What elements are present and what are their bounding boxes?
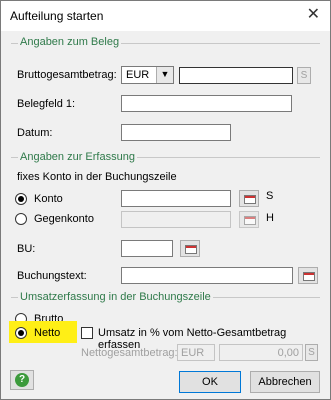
buchungstext-label: Buchungstext:: [17, 270, 87, 282]
help-icon: ?: [15, 373, 29, 387]
gegenkonto-input: [121, 211, 231, 228]
brutto-input[interactable]: [179, 67, 293, 84]
konto-label: Konto: [34, 193, 63, 205]
brutto-sh-button[interactable]: S: [297, 67, 311, 84]
buchungstext-input[interactable]: [121, 267, 293, 284]
group-title-erfassung: Angaben zur Erfassung: [18, 151, 137, 163]
group-title-umsatz: Umsatzerfassung in der Buchungszeile: [18, 291, 213, 303]
nettogesamt-currency: EUR: [177, 344, 215, 361]
bu-lookup-button[interactable]: [180, 240, 200, 257]
netto-radio-label: Netto: [34, 327, 61, 339]
belegfeld-label: Belegfeld 1:: [17, 98, 76, 110]
dialog-window: Aufteilung starten ✕ Angaben zum Beleg B…: [0, 0, 331, 400]
netto-radio[interactable]: [15, 327, 27, 339]
currency-value: EUR: [126, 69, 150, 81]
gegenkonto-radio[interactable]: [15, 213, 27, 225]
gegenkonto-sh-indicator: H: [266, 212, 274, 224]
title-bar: Aufteilung starten ✕: [1, 1, 330, 31]
window-title: Aufteilung starten: [10, 9, 104, 23]
datum-label: Datum:: [17, 127, 53, 139]
abbrechen-button[interactable]: Abbrechen: [250, 371, 320, 393]
konto-input[interactable]: [121, 190, 231, 207]
calendar-icon: [244, 216, 256, 225]
calendar-icon: [244, 195, 256, 204]
konto-sh-indicator: S: [266, 190, 274, 202]
nettogesamt-value: 0,00: [219, 344, 303, 361]
brutto-label: Bruttogesamtbetrag:: [17, 69, 117, 81]
konto-lookup-button[interactable]: [239, 190, 259, 207]
group-title-beleg: Angaben zum Beleg: [18, 36, 122, 48]
gegenkonto-label: Gegenkonto: [34, 213, 94, 225]
umsatz-prozent-checkbox[interactable]: [81, 327, 93, 339]
nettogesamt-sh-button: S: [305, 344, 318, 361]
bu-label: BU:: [17, 243, 36, 255]
nettogesamt-label: Nettogesamtbetrag:: [81, 347, 178, 359]
belegfeld-input[interactable]: [121, 95, 292, 112]
konto-radio[interactable]: [15, 193, 27, 205]
datum-input[interactable]: [121, 124, 231, 141]
ok-button[interactable]: OK: [179, 371, 241, 393]
buchungstext-lookup-button[interactable]: [298, 267, 318, 284]
bu-input[interactable]: [121, 240, 173, 257]
calendar-icon: [303, 272, 315, 281]
help-button[interactable]: ?: [10, 370, 34, 390]
gegenkonto-lookup-button: [239, 211, 259, 228]
close-icon[interactable]: ✕: [307, 7, 320, 23]
currency-select[interactable]: EUR ▼: [121, 66, 174, 84]
fixes-konto-label: fixes Konto in der Buchungszeile: [17, 171, 177, 183]
chevron-down-icon[interactable]: ▼: [156, 67, 173, 83]
calendar-icon: [185, 245, 197, 254]
